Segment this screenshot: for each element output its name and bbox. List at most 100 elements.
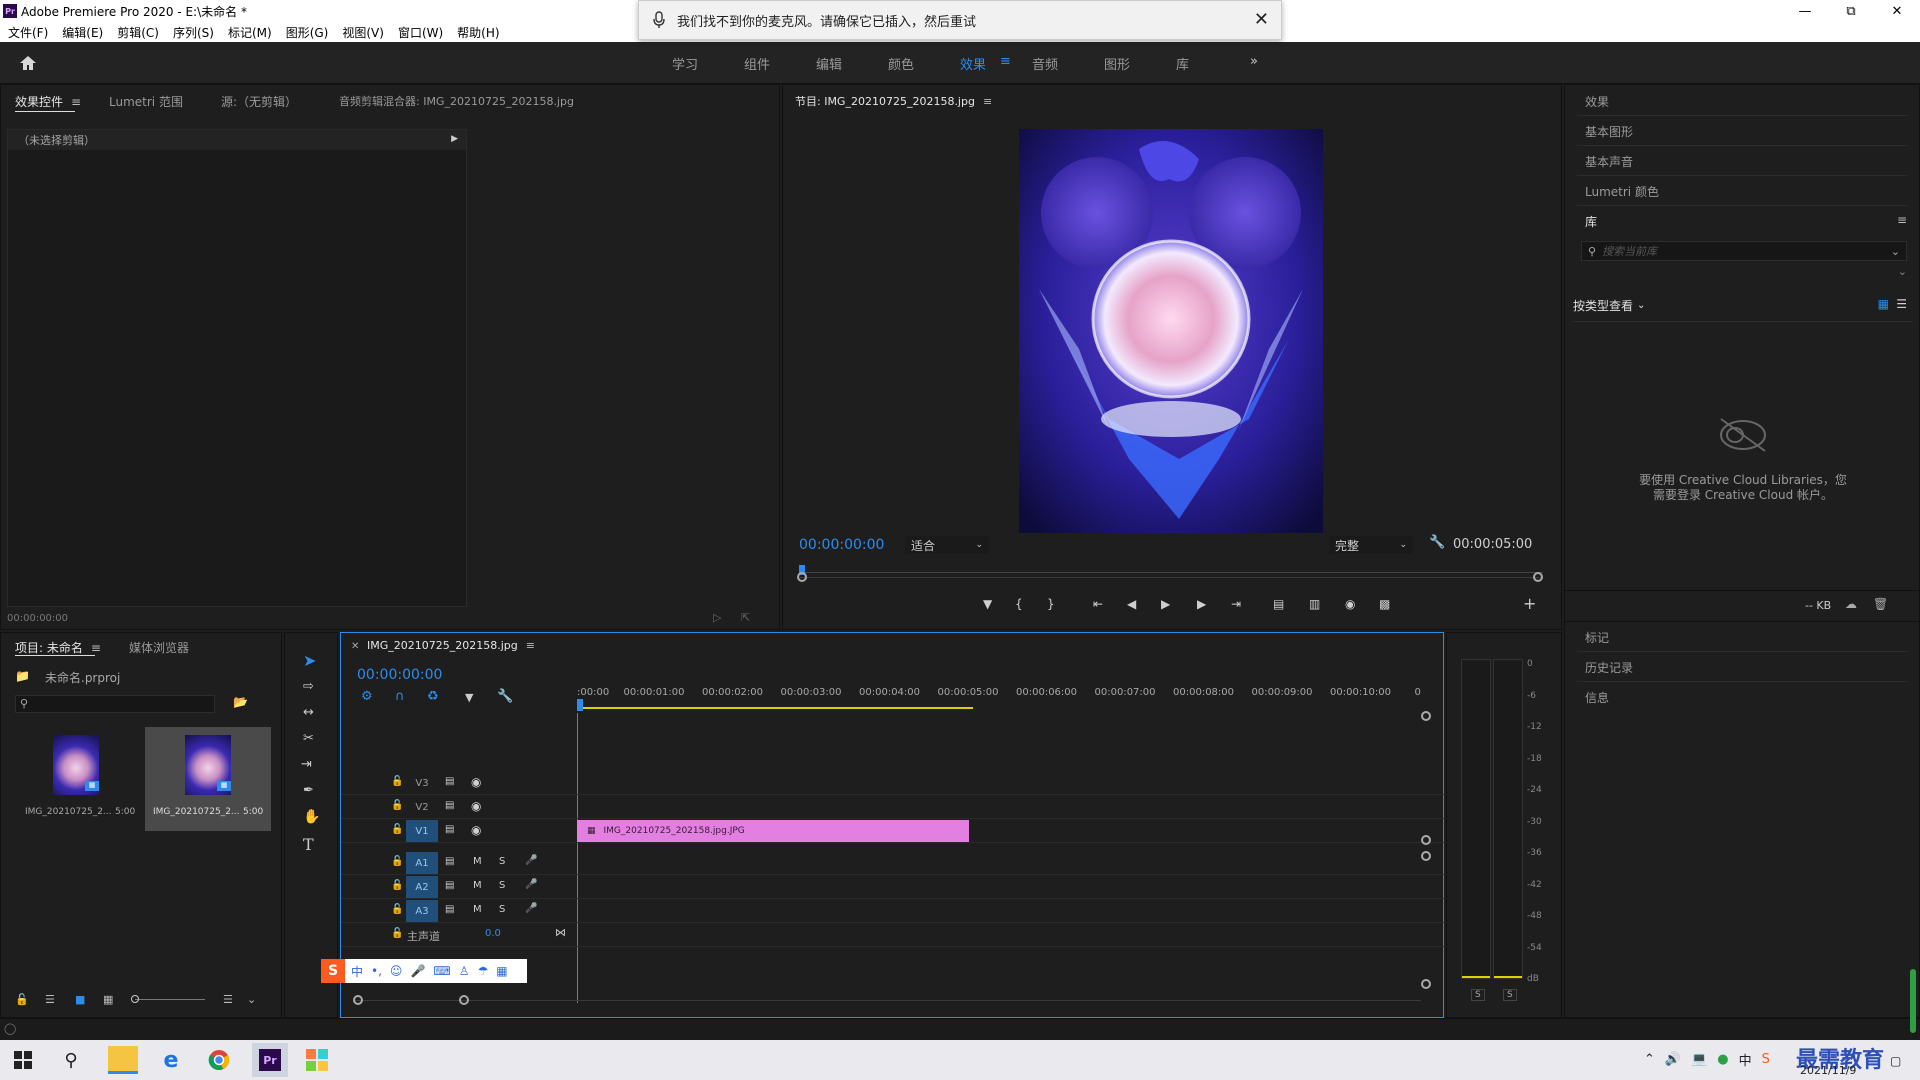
timeline-clip[interactable]: ▦ IMG_20210725_202158.jpg.JPG: [577, 820, 969, 842]
solo-left-button[interactable]: S: [1471, 989, 1485, 1001]
timeline-menu-icon[interactable]: ≡: [526, 639, 535, 652]
workspace-tab-graphics[interactable]: 图形: [1104, 54, 1130, 73]
pen-tool-icon[interactable]: ✒: [303, 783, 314, 798]
workspace-tab-effects[interactable]: 效果: [960, 54, 986, 73]
project-panel-menu-icon[interactable]: ≡: [91, 641, 101, 655]
track-zoom-handle-icon[interactable]: [1421, 979, 1431, 989]
ime-chinese-mode-icon[interactable]: 中: [351, 963, 363, 980]
audio-track-a3[interactable]: 🔓 A3 ▤ M S 🎤: [341, 899, 1481, 923]
ime-toolbox-icon[interactable]: ▦: [496, 964, 507, 978]
track-label-v1[interactable]: V1: [406, 820, 438, 842]
eye-icon[interactable]: ◉: [471, 775, 481, 789]
tab-sequence[interactable]: IMG_20210725_202158.jpg ≡: [367, 639, 535, 652]
video-track-v1[interactable]: 🔓 V1 ▤ ◉ ▦ IMG_20210725_202158.jpg.JPG: [341, 819, 1481, 843]
search-icon[interactable]: ⚲: [56, 1046, 86, 1074]
snap-magnet-icon[interactable]: ∩: [395, 689, 405, 704]
workspace-tab-assembly[interactable]: 组件: [744, 54, 770, 73]
sync-lock-icon[interactable]: ▤: [445, 880, 454, 891]
nest-insert-icon[interactable]: ⚙: [361, 689, 373, 704]
step-forward-icon[interactable]: ▶: [1197, 597, 1206, 611]
menu-view[interactable]: 视图(V): [342, 24, 384, 41]
tab-effect-controls[interactable]: 效果控件 ≡: [15, 93, 81, 110]
track-label-a1[interactable]: A1: [406, 852, 438, 874]
extract-icon[interactable]: ▥: [1309, 597, 1320, 611]
panel-essential-sound[interactable]: 基本声音: [1585, 153, 1633, 170]
mark-out-icon[interactable]: }: [1047, 597, 1055, 611]
minimize-button[interactable]: —: [1782, 0, 1828, 22]
audio-track-a2[interactable]: 🔓 A2 ▤ M S 🎤: [341, 875, 1481, 899]
windows-start-icon[interactable]: [8, 1046, 38, 1074]
tab-audio-clip-mixer[interactable]: 音频剪辑混合器: IMG_20210725_202158.jpg: [339, 93, 574, 109]
workspace-menu-icon[interactable]: ≡: [1000, 54, 1011, 69]
mark-in-icon[interactable]: {: [1015, 597, 1023, 611]
workspace-tab-audio[interactable]: 音频: [1032, 54, 1058, 73]
timeline-settings-wrench-icon[interactable]: 🔧: [497, 689, 513, 704]
zoom-handle-left-icon[interactable]: [797, 572, 807, 582]
voiceover-mic-icon[interactable]: 🎤: [525, 879, 537, 890]
network-icon[interactable]: 💻: [1691, 1052, 1707, 1067]
add-marker-icon[interactable]: ▼: [983, 597, 992, 611]
tray-expand-icon[interactable]: ⌃: [1644, 1052, 1655, 1067]
eye-icon[interactable]: ◉: [471, 799, 481, 813]
workspace-tab-editing[interactable]: 编辑: [816, 54, 842, 73]
trash-icon[interactable]: 🗑: [1873, 597, 1888, 611]
comparison-view-icon[interactable]: ▩: [1379, 597, 1390, 611]
file-explorer-icon[interactable]: [108, 1046, 138, 1074]
zoom-handle-right-icon[interactable]: [1533, 572, 1543, 582]
ime-punctuation-icon[interactable]: •,: [371, 964, 382, 978]
project-item[interactable]: ▦ IMG_20210725_2... 5:00: [15, 727, 143, 831]
selection-tool-icon[interactable]: ➤: [303, 651, 316, 670]
program-time-ruler[interactable]: [797, 565, 1543, 583]
export-frame-camera-icon[interactable]: ◉: [1345, 597, 1355, 611]
expand-triangle-icon[interactable]: ▶: [451, 134, 458, 144]
track-label-v2[interactable]: V2: [406, 796, 438, 818]
project-item[interactable]: ▦ IMG_20210725_2... 5:00: [145, 727, 271, 831]
sync-lock-icon[interactable]: ▤: [445, 824, 454, 835]
menu-window[interactable]: 窗口(W): [398, 24, 443, 41]
track-lock-icon[interactable]: 🔓: [391, 856, 403, 867]
ime-emoji-icon[interactable]: ☺: [390, 964, 403, 978]
mute-button[interactable]: M: [473, 880, 482, 891]
libraries-menu-icon[interactable]: ≡: [1897, 213, 1907, 227]
track-lock-icon[interactable]: 🔓: [391, 904, 403, 915]
master-track[interactable]: 🔓 主声道 0.0 ⋈: [341, 923, 1481, 947]
new-search-bin-icon[interactable]: 📂: [233, 695, 248, 709]
go-to-in-icon[interactable]: ⇤: [1093, 597, 1103, 611]
go-to-out-icon[interactable]: ⇥: [1231, 597, 1241, 611]
sync-lock-icon[interactable]: ▤: [445, 800, 454, 811]
sync-lock-icon[interactable]: ▤: [445, 776, 454, 787]
eye-icon[interactable]: ◉: [471, 823, 481, 837]
list-view-icon[interactable]: ☰: [1896, 297, 1907, 311]
app-launcher-icon[interactable]: [302, 1046, 332, 1074]
play-icon[interactable]: ▶: [1161, 597, 1170, 611]
menu-clip[interactable]: 剪辑(C): [117, 24, 159, 41]
panel-lumetri-color[interactable]: Lumetri 颜色: [1585, 183, 1659, 200]
linked-selection-icon[interactable]: ♻: [427, 689, 439, 704]
chevron-down-icon[interactable]: ⌄: [247, 993, 256, 1006]
mute-button[interactable]: M: [473, 856, 482, 867]
master-volume-value[interactable]: 0.0: [485, 928, 501, 939]
track-zoom-handle-icon[interactable]: [1421, 835, 1431, 845]
panel-libraries[interactable]: 库: [1585, 213, 1597, 230]
premiere-taskbar-button[interactable]: Pr: [252, 1043, 288, 1077]
chevron-down-icon[interactable]: ⌄: [1891, 245, 1900, 258]
tab-lumetri-scopes[interactable]: Lumetri 范围: [109, 93, 183, 110]
workspace-tab-learn[interactable]: 学习: [672, 54, 698, 73]
track-lock-icon[interactable]: 🔓: [391, 928, 403, 939]
solo-button[interactable]: S: [499, 856, 505, 867]
voiceover-mic-icon[interactable]: 🎤: [525, 903, 537, 914]
lock-icon[interactable]: 🔓: [15, 993, 29, 1006]
menu-file[interactable]: 文件(F): [8, 24, 48, 41]
grid-view-icon[interactable]: ▦: [1878, 297, 1889, 311]
tab-program-monitor[interactable]: 节目: IMG_20210725_202158.jpg ≡: [795, 93, 992, 109]
panel-effects[interactable]: 效果: [1585, 93, 1609, 110]
thumbnail-size-slider[interactable]: [131, 995, 205, 1003]
filter-icon[interactable]: ▷: [713, 611, 721, 624]
track-label-a3[interactable]: A3: [406, 900, 438, 922]
ime-voice-icon[interactable]: 🎤: [410, 964, 425, 978]
security-icon[interactable]: ●: [1717, 1052, 1728, 1067]
menu-help[interactable]: 帮助(H): [457, 24, 499, 41]
sync-lock-icon[interactable]: ▤: [445, 856, 454, 867]
project-search-input[interactable]: ⚲: [15, 695, 215, 713]
chrome-icon[interactable]: [204, 1046, 234, 1074]
